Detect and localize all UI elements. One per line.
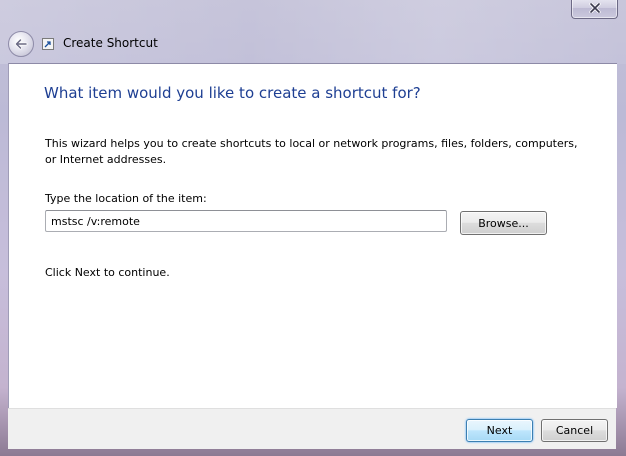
back-button[interactable] (8, 31, 34, 57)
wizard-description: This wizard helps you to create shortcut… (45, 137, 578, 166)
window-frame (0, 0, 626, 64)
shortcut-icon (42, 38, 54, 50)
window-title: Create Shortcut (63, 36, 158, 50)
wizard-content: What item would you like to create a sho… (8, 63, 617, 408)
next-button[interactable]: Next (466, 419, 533, 442)
browse-button[interactable]: Browse... (460, 211, 547, 235)
cancel-button[interactable]: Cancel (541, 419, 608, 442)
back-arrow-icon (15, 38, 28, 50)
continue-hint: Click Next to continue. (45, 266, 170, 279)
location-label: Type the location of the item: (45, 192, 207, 205)
wizard-footer: Next Cancel (8, 408, 616, 449)
wizard-heading: What item would you like to create a sho… (44, 84, 421, 102)
location-input[interactable] (45, 210, 447, 232)
close-button[interactable] (571, 0, 618, 19)
close-icon (588, 3, 601, 13)
